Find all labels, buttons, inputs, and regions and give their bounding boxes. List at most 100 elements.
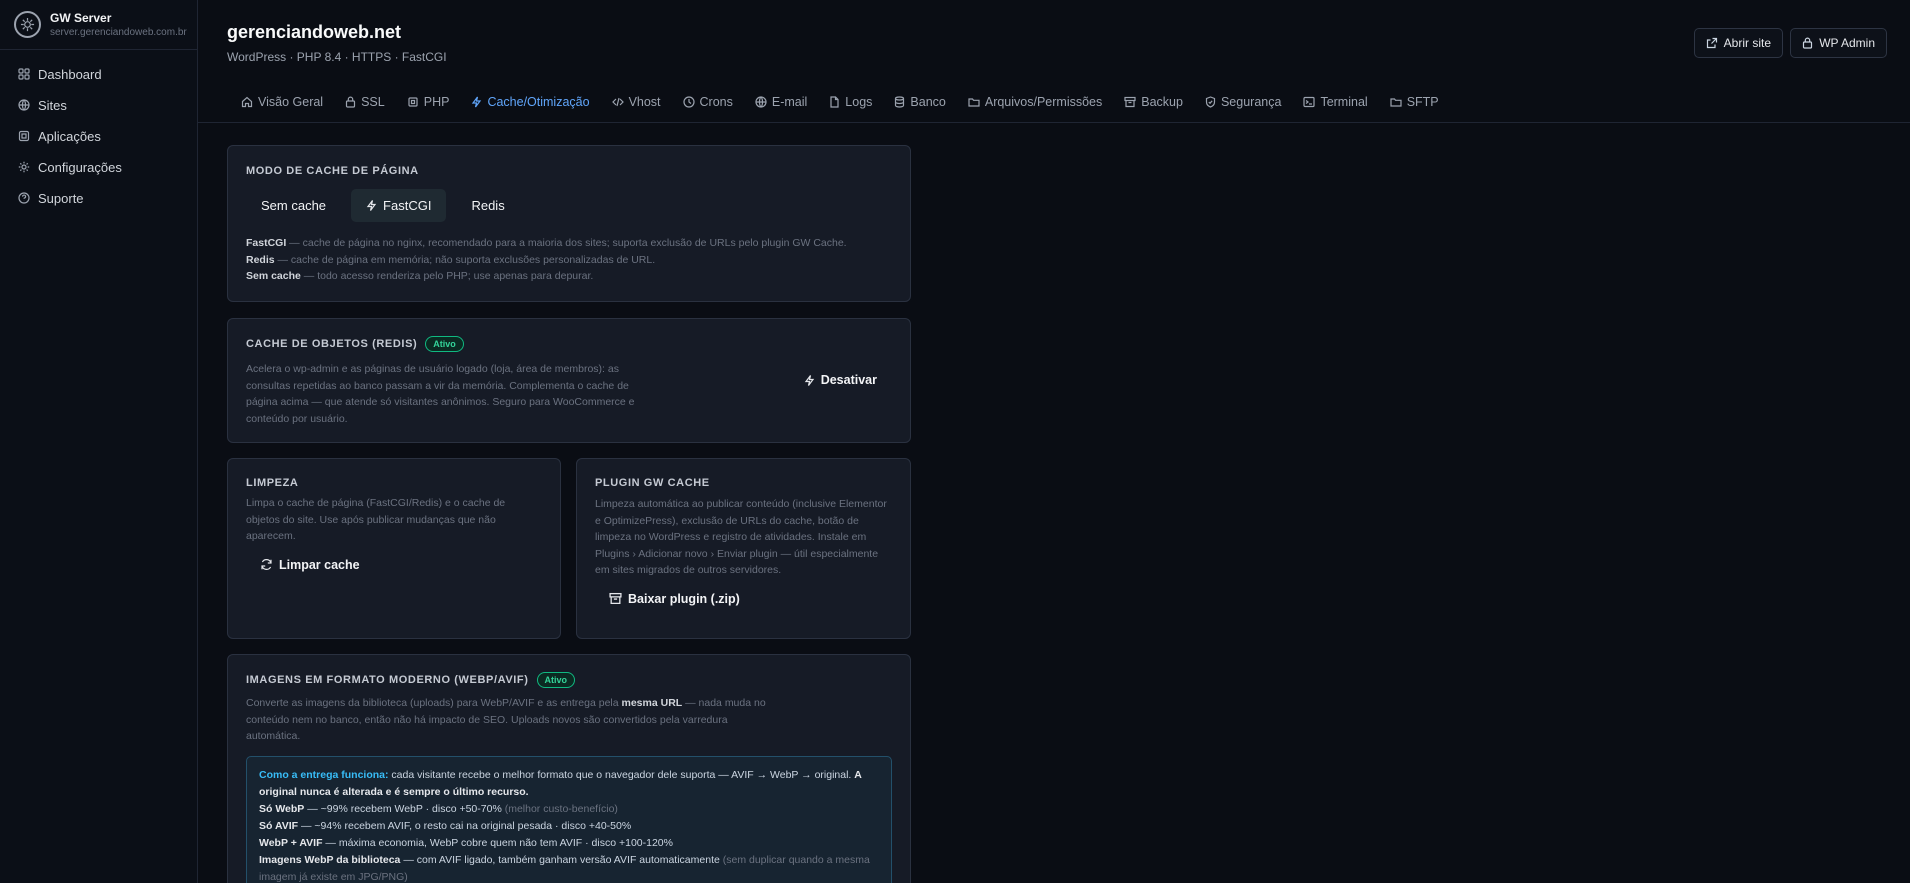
tab-banco[interactable]: Banco	[894, 90, 946, 114]
deactivate-button[interactable]: Desativar	[804, 373, 877, 387]
tab-terminal[interactable]: Terminal	[1303, 90, 1368, 114]
chip-icon	[407, 96, 419, 108]
tab-sftp[interactable]: SFTP	[1390, 90, 1439, 114]
page-cache-card: Modo de cache de página Sem cache FastCG…	[227, 145, 911, 302]
tab-cache-otimizacao[interactable]: Cache/Otimização	[471, 90, 590, 114]
sidebar: GW Server server.gerenciandoweb.com.br D…	[0, 0, 198, 883]
desc-term: Redis	[246, 253, 275, 266]
deactivate-label: Desativar	[820, 373, 877, 387]
desc-text: — cache de página no nginx, recomendado …	[286, 237, 847, 249]
site-header: gerenciandoweb.net WordPress · PHP 8.4 ·…	[198, 0, 1910, 123]
plugin-description: Limpeza automática ao publicar conteúdo …	[595, 498, 887, 576]
desc-line: Sem cache — todo acesso renderiza pelo P…	[246, 268, 892, 285]
home-icon	[241, 96, 253, 108]
archive-icon	[1124, 96, 1136, 108]
tab-label: PHP	[423, 95, 450, 109]
tab-php[interactable]: PHP	[407, 90, 450, 114]
option-label: FastCGI	[383, 198, 432, 213]
sidebar-item-configuracoes[interactable]: Configurações	[0, 152, 197, 183]
tab-ssl[interactable]: SSL	[345, 90, 385, 114]
sidebar-item-sites[interactable]: Sites	[0, 90, 197, 121]
tab-label: SFTP	[1406, 95, 1439, 109]
status-badge: Ativo	[536, 672, 576, 688]
info-line: WebP + AVIF — máxima economia, WebP cobr…	[259, 835, 879, 852]
tab-backup[interactable]: Backup	[1124, 90, 1183, 114]
download-plugin-button[interactable]: Baixar plugin (.zip)	[609, 592, 740, 606]
tab-label: Banco	[910, 95, 946, 109]
cleanup-card: Limpeza Limpa o cache de página (FastCGI…	[227, 458, 561, 639]
brand[interactable]: GW Server server.gerenciandoweb.com.br	[0, 0, 197, 50]
card-title-text: Cache de objetos (Redis)	[246, 337, 418, 350]
sidebar-item-aplicacoes[interactable]: Aplicações	[0, 121, 197, 152]
tab-vhost[interactable]: Vhost	[611, 90, 661, 114]
card-title: Limpeza	[246, 477, 299, 489]
bolt-icon	[366, 199, 377, 212]
info-term: WebP + AVIF	[259, 837, 323, 849]
lock-icon	[345, 96, 356, 108]
tab-label: E-mail	[771, 95, 808, 109]
site-tabs: Visão Geral SSL PHP Cache/Otimização Vho…	[241, 90, 1461, 114]
sidebar-item-label: Configurações	[38, 160, 122, 175]
sidebar-item-label: Suporte	[38, 191, 84, 206]
option-fastcgi[interactable]: FastCGI	[351, 189, 447, 222]
status-badge: Ativo	[425, 336, 464, 352]
help-icon	[18, 192, 31, 205]
sidebar-nav: Dashboard Sites Aplicações Configurações…	[0, 50, 197, 214]
desc-line: Redis — cache de página em memória; não …	[246, 252, 892, 269]
desc-text: — cache de página em memória; não suport…	[274, 253, 656, 266]
info-text: — com AVIF ligado, também ganham versão …	[400, 854, 723, 866]
clear-cache-label: Limpar cache	[279, 557, 360, 572]
open-site-label: Abrir site	[1723, 36, 1771, 50]
desc-bold: mesma URL	[621, 697, 683, 709]
tab-label: Backup	[1141, 95, 1183, 109]
images-card: Imagens em formato moderno (WebP/AVIF) At…	[227, 654, 911, 883]
logo-icon	[14, 11, 41, 38]
download-plugin-label: Baixar plugin (.zip)	[628, 591, 740, 606]
delivery-info-box: Como a entrega funciona: cada visitante …	[246, 756, 892, 883]
tab-crons[interactable]: Crons	[682, 90, 733, 114]
app-host: server.gerenciandoweb.com.br	[50, 27, 187, 38]
info-term: Só WebP	[259, 803, 305, 815]
info-term: Imagens WebP da biblioteca	[259, 854, 401, 866]
wp-admin-button[interactable]: WP Admin	[1790, 28, 1887, 58]
sidebar-item-dashboard[interactable]: Dashboard	[0, 59, 197, 90]
open-site-button[interactable]: Abrir site	[1693, 28, 1783, 58]
cache-mode-selector: Sem cache FastCGI Redis	[246, 189, 892, 222]
desc-text: Converte as imagens da biblioteca (uploa…	[246, 697, 622, 709]
desc-text: — todo acesso renderiza pelo PHP; use ap…	[300, 270, 594, 282]
tab-label: Cache/Otimização	[487, 95, 590, 109]
sidebar-item-label: Dashboard	[38, 67, 102, 82]
info-line: Imagens WebP da biblioteca — com AVIF li…	[259, 852, 879, 883]
info-text: — ~99% recebem WebP · disco +50-70%	[304, 803, 505, 815]
card-title: Plugin GW Cache	[595, 477, 710, 489]
app-name: GW Server	[50, 11, 112, 25]
card-title: Cache de objetos (Redis) Ativo	[246, 336, 892, 352]
option-redis[interactable]: Redis	[456, 189, 519, 222]
box-icon	[18, 130, 31, 143]
tab-label: Visão Geral	[258, 95, 324, 109]
sidebar-item-suporte[interactable]: Suporte	[0, 183, 197, 214]
file-icon	[829, 96, 840, 108]
gear-icon	[18, 161, 31, 174]
folder-icon	[1390, 96, 1402, 108]
tab-label: Terminal	[1320, 95, 1368, 109]
desc-term: FastCGI	[246, 237, 287, 249]
terminal-icon	[1303, 96, 1316, 108]
tab-arquivos-permissoes[interactable]: Arquivos/Permissões	[968, 90, 1102, 114]
option-sem-cache[interactable]: Sem cache	[246, 189, 341, 222]
info-line: Só AVIF — ~94% recebem AVIF, o resto cai…	[259, 818, 879, 835]
code-icon	[611, 96, 624, 108]
desc-term: Sem cache	[246, 270, 301, 282]
tab-seguranca[interactable]: Segurança	[1205, 90, 1281, 114]
tab-label: Crons	[699, 95, 733, 109]
tab-visao-geral[interactable]: Visão Geral	[241, 90, 323, 114]
globe-icon	[755, 96, 767, 108]
info-line: Só WebP — ~99% recebem WebP · disco +50-…	[259, 801, 879, 818]
tab-email[interactable]: E-mail	[755, 90, 807, 114]
tab-logs[interactable]: Logs	[829, 90, 872, 114]
sidebar-item-label: Sites	[38, 98, 67, 113]
tab-label: Logs	[845, 95, 873, 109]
globe-icon	[18, 99, 31, 112]
clear-cache-button[interactable]: Limpar cache	[260, 558, 360, 572]
info-lead-title: Como a entrega funciona:	[259, 769, 389, 781]
